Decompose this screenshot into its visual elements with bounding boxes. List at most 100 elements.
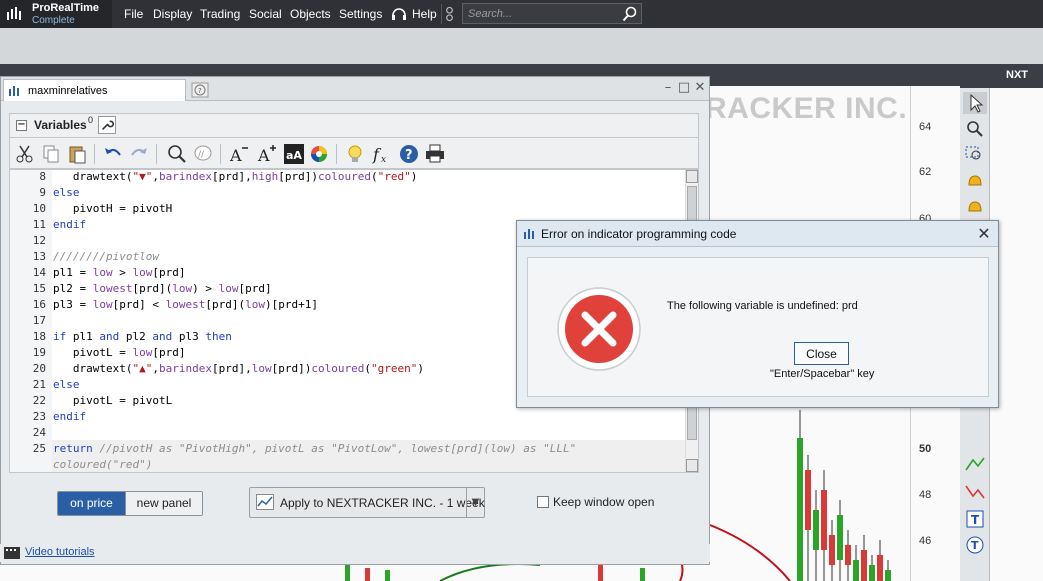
variables-collapse-toggle[interactable]: − <box>16 120 27 131</box>
keyboard-hint: "Enter/Spacebar" key <box>770 368 875 380</box>
code-line: else <box>53 378 80 391</box>
line-number: 23 <box>32 410 46 423</box>
line-number: 13 <box>32 250 46 263</box>
minimize-icon[interactable]: – <box>661 81 675 95</box>
dialog-title-bar: Error on indicator programming code ✕ <box>517 221 998 247</box>
right-ticker[interactable]: NXT <box>1006 69 1028 81</box>
code-line: pivotL = low[prd] <box>53 346 186 359</box>
toolbar-separator <box>156 144 157 164</box>
toolbar-separator <box>220 144 221 164</box>
chevron-down-icon[interactable]: ▼ <box>466 488 484 517</box>
on-price-button[interactable]: on price <box>58 492 125 515</box>
new-panel-button[interactable]: new panel <box>125 492 202 515</box>
text-circle-icon[interactable]: T <box>963 534 987 556</box>
search-icon[interactable] <box>622 6 638 22</box>
close-button[interactable]: Close <box>794 342 849 365</box>
alert-bell-icon[interactable] <box>963 170 987 192</box>
price-label: 50 <box>919 443 932 455</box>
cut-icon[interactable] <box>14 143 36 165</box>
font-increase-icon[interactable]: A <box>256 143 278 165</box>
history-icon[interactable]: ? <box>191 82 209 98</box>
line-number: 24 <box>32 426 46 439</box>
code-toolbar: // A A aA fx ? <box>9 137 699 169</box>
close-window-icon[interactable]: ✕ <box>693 81 707 95</box>
color-wheel-icon[interactable] <box>308 143 330 165</box>
price-label: 64 <box>919 121 932 133</box>
help-circle-icon[interactable]: ? <box>398 143 420 165</box>
apply-label: Apply to NEXTRACKER INC. - 1 week <box>280 496 485 510</box>
line-number: 19 <box>32 346 46 359</box>
search-input[interactable] <box>463 4 613 23</box>
error-message: The following variable is undefined: prd <box>667 300 858 312</box>
search-box <box>462 3 642 24</box>
redo-icon[interactable] <box>128 143 150 165</box>
comment-icon[interactable]: // <box>192 143 214 165</box>
headset-icon[interactable] <box>390 5 408 23</box>
code-line: pl3 = low[prd] < lowest[prd](low)[prd+1] <box>53 298 318 311</box>
svg-text:?: ? <box>198 87 202 95</box>
maximize-icon[interactable]: □ <box>677 81 691 95</box>
menu-trading[interactable]: Trading <box>200 7 240 21</box>
paste-icon[interactable] <box>66 143 88 165</box>
video-icon <box>4 547 20 559</box>
variables-count: 0 <box>88 115 94 125</box>
menu-social[interactable]: Social <box>249 7 282 21</box>
scroll-up-button[interactable] <box>686 170 698 183</box>
copy-icon[interactable] <box>40 143 62 165</box>
keep-window-open-checkbox[interactable] <box>537 496 549 508</box>
brand-edition: Complete <box>32 15 75 26</box>
function-icon[interactable]: fx <box>370 143 392 165</box>
line-number: 25 <box>32 442 46 455</box>
code-line: coloured("red") <box>53 458 153 471</box>
lightbulb-icon[interactable] <box>344 143 366 165</box>
editor-footer: on price new panel Apply to NEXTRACKER I… <box>1 475 709 535</box>
menu-help[interactable]: Help <box>412 7 437 21</box>
print-icon[interactable] <box>424 143 446 165</box>
zoom-icon[interactable] <box>963 118 987 140</box>
scroll-down-button[interactable] <box>686 459 698 472</box>
price-label: 46 <box>919 535 932 547</box>
video-tutorials-link[interactable]: Video tutorials <box>25 546 95 558</box>
dark-theme-icon[interactable]: aA <box>283 143 305 165</box>
price-label: 62 <box>919 166 932 178</box>
alert-bell-add-icon[interactable] <box>963 196 987 218</box>
code-line: ////////pivotlow <box>53 250 159 263</box>
menu-settings[interactable]: Settings <box>339 7 382 21</box>
line-number: 11 <box>32 218 46 231</box>
dialog-title: Error on indicator programming code <box>541 227 737 241</box>
menu-objects[interactable]: Objects <box>290 7 331 21</box>
svg-text:x: x <box>381 155 386 165</box>
dialog-close-icon[interactable]: ✕ <box>974 224 994 244</box>
line-number: 21 <box>32 378 46 391</box>
undo-icon[interactable] <box>102 143 124 165</box>
code-line: endif <box>53 410 87 423</box>
apply-button[interactable]: Apply to NEXTRACKER INC. - 1 week ▼ <box>249 487 485 518</box>
line-number: 17 <box>32 314 46 327</box>
menu-file[interactable]: File <box>124 7 143 21</box>
workspace-bar <box>0 28 1043 64</box>
menu-display[interactable]: Display <box>153 7 192 21</box>
line-number: 15 <box>32 282 46 295</box>
svg-text:T: T <box>971 539 979 552</box>
code-line: if pl1 and pl2 and pl3 then <box>53 330 232 343</box>
workspace-logo-icon[interactable] <box>441 4 457 24</box>
zoom-area-icon[interactable] <box>963 144 987 166</box>
keep-window-open-label: Keep window open <box>553 495 655 509</box>
prorealtime-logo-icon <box>524 229 534 239</box>
svg-text:T: T <box>971 513 980 527</box>
trend-up-icon[interactable] <box>963 454 987 476</box>
find-icon[interactable] <box>166 143 188 165</box>
font-decrease-icon[interactable]: A <box>228 143 250 165</box>
svg-text:aA: aA <box>286 149 302 162</box>
indicator-icon <box>9 86 19 96</box>
brand: ProRealTime Complete <box>0 0 112 28</box>
wrench-icon[interactable] <box>98 116 116 134</box>
dialog-body: The following variable is undefined: prd… <box>527 257 989 397</box>
right-panel-header: NXT <box>960 64 1043 88</box>
indicator-name-input[interactable] <box>28 82 178 100</box>
error-icon <box>557 287 641 371</box>
pointer-icon[interactable] <box>963 92 987 114</box>
line-number: 12 <box>32 234 46 247</box>
trend-down-icon[interactable] <box>963 480 987 502</box>
text-tool-icon[interactable]: T <box>963 508 987 530</box>
